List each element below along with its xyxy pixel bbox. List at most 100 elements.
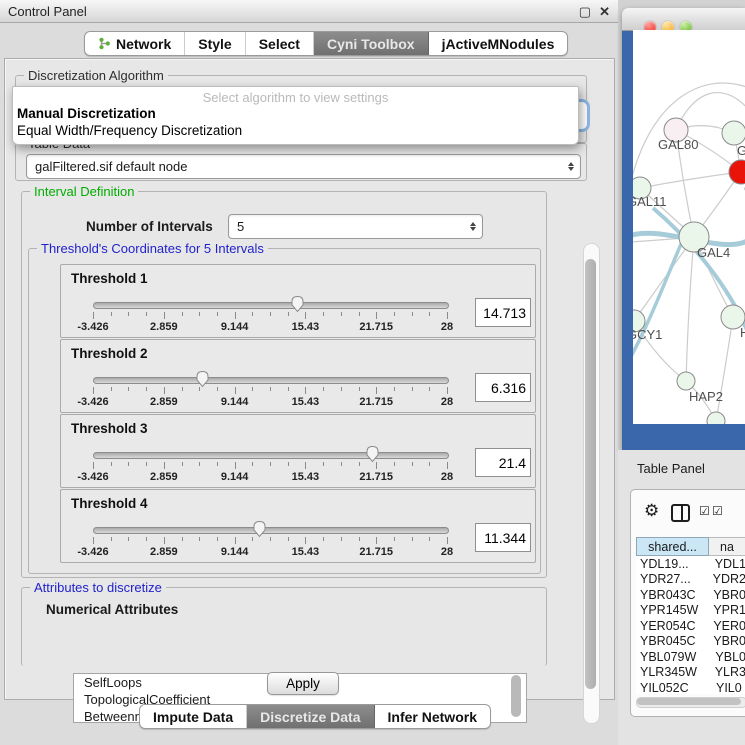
threshold-value-field[interactable]: 11.344: [475, 523, 531, 552]
table-row[interactable]: YPR145WYPR1: [636, 603, 745, 619]
close-icon[interactable]: ✕: [599, 5, 610, 18]
threshold-label: Threshold 4: [71, 496, 148, 511]
tab-jactivemnodules[interactable]: jActiveMNodules: [429, 32, 568, 55]
slider-tick: [217, 462, 218, 466]
table-header-row: shared... na: [636, 537, 745, 556]
slider-tick: [270, 537, 271, 541]
checkbox-icon[interactable]: ☑: [699, 504, 710, 518]
tab-cyni-toolbox[interactable]: Cyni Toolbox: [314, 32, 429, 55]
slider-tick: [111, 312, 112, 316]
tab-discretize-data[interactable]: Discretize Data: [247, 705, 374, 728]
slider-tick: [323, 462, 324, 466]
network-node[interactable]: [707, 412, 725, 424]
top-tab-strip: Network Style Select Cyni Toolbox jActiv…: [84, 31, 568, 56]
threshold-value-field[interactable]: 6.316: [475, 373, 531, 402]
slider-thumb[interactable]: [290, 295, 305, 313]
algorithm-option-manual[interactable]: Manual Discretization: [13, 105, 578, 122]
slider-tick: [235, 462, 236, 469]
slider-tick: [182, 462, 183, 466]
slider-tick-label: 2.859: [150, 471, 178, 483]
slider-track[interactable]: [93, 452, 449, 459]
algorithm-option-equal-width[interactable]: Equal Width/Frequency Discretization: [13, 122, 578, 139]
threshold-value-field[interactable]: 21.4: [475, 448, 531, 477]
float-window-icon[interactable]: ▢: [579, 5, 591, 18]
tab-style[interactable]: Style: [185, 32, 245, 55]
table-header-shared[interactable]: shared...: [636, 537, 709, 556]
slider-tick: [111, 462, 112, 466]
slider-tick: [412, 462, 413, 466]
slider-tick-label: 21.715: [359, 546, 393, 558]
network-node-label: GAL80: [658, 137, 698, 152]
slider-tick-label: 21.715: [359, 321, 393, 333]
slider-tick: [429, 312, 430, 316]
apply-button[interactable]: Apply: [267, 672, 339, 695]
table-row[interactable]: YDR27...YDR2: [636, 572, 745, 588]
column-layout-icon[interactable]: [671, 504, 690, 522]
table-hscrollbar-thumb[interactable]: [637, 698, 741, 705]
slider-tick: [111, 537, 112, 541]
gear-icon[interactable]: ⚙: [644, 501, 659, 521]
table-row[interactable]: YBR043CYBR0: [636, 587, 745, 603]
slider-tick-label: -3.426: [77, 321, 108, 333]
interval-definition-title: Interval Definition: [30, 184, 138, 199]
slider-tick-label: 9.144: [221, 471, 249, 483]
slider-tick: [146, 462, 147, 466]
slider-tick: [376, 462, 377, 469]
slider-tick-label: 15.43: [292, 546, 320, 558]
slider-thumb[interactable]: [195, 370, 210, 388]
number-of-intervals-combo[interactable]: 5: [228, 214, 483, 239]
slider-tick: [429, 537, 430, 541]
network-canvas[interactable]: GAL80GACGAL11GAL4GCY1HHAP2: [633, 30, 745, 424]
tab-select[interactable]: Select: [246, 32, 314, 55]
slider-tick: [182, 312, 183, 316]
discretization-algorithm-group-title: Discretization Algorithm: [24, 68, 168, 83]
network-node-label: GA: [737, 143, 745, 158]
network-nodes[interactable]: GAL80GACGAL11GAL4GCY1HHAP2: [633, 118, 745, 424]
threshold-slider[interactable]: -3.4262.8599.14415.4321.71528: [93, 520, 447, 550]
slider-tick: [270, 462, 271, 466]
checkbox-icon[interactable]: ☑: [712, 504, 723, 518]
attributes-list-scrollbar[interactable]: [511, 675, 521, 717]
tab-impute-data[interactable]: Impute Data: [140, 705, 247, 728]
slider-tick: [164, 537, 165, 544]
slider-tick: [376, 387, 377, 394]
slider-tick: [394, 312, 395, 316]
control-panel: Control Panel ▢ ✕ Network Style Select C…: [0, 0, 619, 745]
table-row[interactable]: YLR345WYLR3: [636, 665, 745, 681]
slider-tick: [412, 312, 413, 316]
tab-network[interactable]: Network: [85, 32, 185, 55]
table-row[interactable]: YDL19...YDL1: [636, 556, 745, 572]
threshold-label: Threshold 2: [71, 346, 148, 361]
table-header-name[interactable]: na: [709, 537, 745, 556]
slider-track[interactable]: [93, 527, 449, 534]
threshold-label: Threshold 3: [71, 421, 148, 436]
table-row[interactable]: YER054CYER0: [636, 618, 745, 634]
network-node[interactable]: [677, 372, 695, 390]
pane-scrollbar-thumb[interactable]: [585, 259, 596, 689]
slider-tick: [341, 312, 342, 316]
slider-track[interactable]: [93, 377, 449, 384]
table-row[interactable]: YBL079WYBL0: [636, 649, 745, 665]
slider-thumb[interactable]: [365, 445, 380, 463]
slider-tick: [128, 462, 129, 466]
threshold-slider[interactable]: -3.4262.8599.14415.4321.71528: [93, 445, 447, 475]
slider-track[interactable]: [93, 302, 449, 309]
table-rows[interactable]: YDL19...YDL1YDR27...YDR2YBR043CYBR0YPR14…: [636, 556, 745, 694]
network-node[interactable]: [722, 121, 745, 145]
tab-infer-network[interactable]: Infer Network: [375, 705, 490, 728]
slider-tick: [412, 387, 413, 391]
slider-thumb[interactable]: [252, 520, 267, 538]
slider-tick-label: 21.715: [359, 396, 393, 408]
table-row[interactable]: YBR045CYBR0: [636, 634, 745, 650]
threshold-value-field[interactable]: 14.713: [475, 298, 531, 327]
slider-tick-label: 9.144: [221, 396, 249, 408]
slider-tick: [394, 387, 395, 391]
table-data-combo[interactable]: galFiltered.sif default node: [26, 154, 581, 179]
threshold-slider[interactable]: -3.4262.8599.14415.4321.71528: [93, 295, 447, 325]
network-node[interactable]: [729, 160, 745, 184]
table-row[interactable]: YIL052CYIL0: [636, 680, 745, 694]
slider-tick-label: -3.426: [77, 546, 108, 558]
slider-tick-label: 9.144: [221, 546, 249, 558]
slider-tick: [305, 387, 306, 394]
threshold-slider[interactable]: -3.4262.8599.14415.4321.71528: [93, 370, 447, 400]
